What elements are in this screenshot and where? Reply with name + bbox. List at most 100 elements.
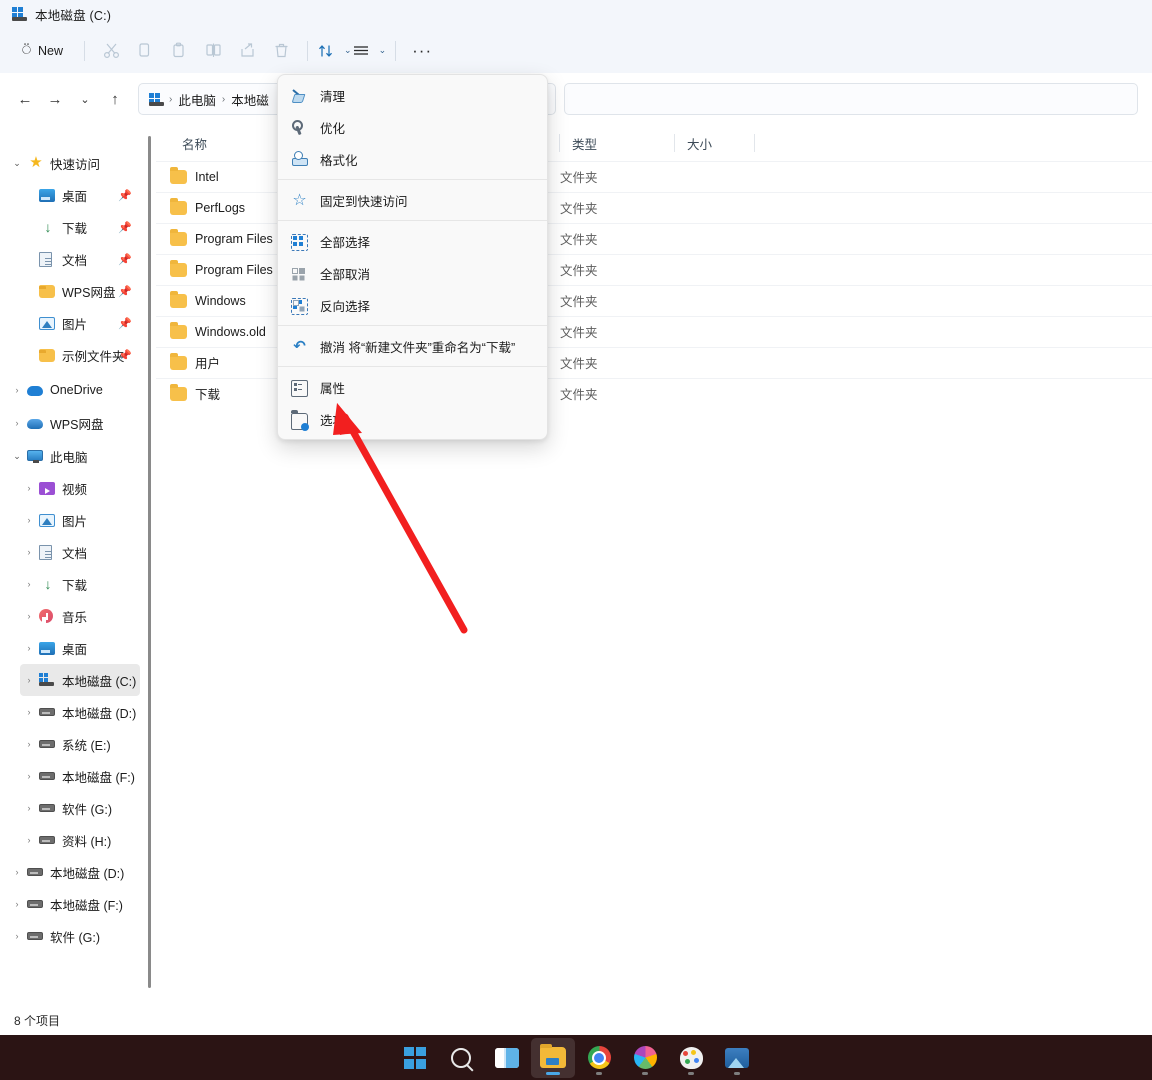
sidebar-item-7[interactable]: ›OneDrive [8,374,140,406]
sidebar-item-8[interactable]: ›WPS网盘 [8,407,140,439]
menu-item-star[interactable]: ☆固定到快速访问 [281,184,544,216]
sidebar-item-12[interactable]: ›文档 [20,536,140,568]
task-view-button[interactable] [485,1038,529,1078]
pin-icon[interactable]: 📌 [118,349,132,362]
sidebar-item-2[interactable]: ↓下载📌 [20,211,140,243]
chevron-right-icon[interactable]: › [20,547,38,557]
pin-icon[interactable]: 📌 [118,221,132,234]
column-header-2[interactable]: 类型 [560,125,675,161]
up-button[interactable]: ↑ [100,84,130,114]
menu-item-select-none[interactable]: 全部取消 [281,257,544,289]
sidebar-item-13[interactable]: ›↓下载 [20,568,140,600]
delete-button[interactable] [264,35,298,67]
sidebar-item-9[interactable]: ⌄此电脑 [8,440,140,472]
sidebar-item-20[interactable]: ›软件 (G:) [20,792,140,824]
sidebar-item-4[interactable]: WPS网盘📌 [20,275,140,307]
context-menu: 清理优化格式化 ☆固定到快速访问全部选择全部取消反向选择 ↶撤消 将“新建文件夹”重… [277,74,548,440]
cut-button[interactable] [94,35,128,67]
sidebar-item-23[interactable]: ›本地磁盘 (F:) [8,888,140,920]
chevron-right-icon[interactable]: › [20,675,38,685]
menu-item-broom[interactable]: 清理 [281,79,544,111]
menu-item-properties[interactable]: 属性 [281,371,544,403]
chevron-right-icon[interactable]: › [8,867,26,877]
file-explorer-button[interactable] [531,1038,575,1078]
pin-icon[interactable]: 📌 [118,317,132,330]
sidebar-item-10[interactable]: ›视频 [20,472,140,504]
chevron-right-icon[interactable]: › [20,579,38,589]
chevron-down-icon[interactable]: ⌄ [8,451,26,462]
chevron-right-icon[interactable]: › [8,931,26,941]
sidebar-item-16[interactable]: ›本地磁盘 (C:) [20,664,140,696]
search-button[interactable] [439,1038,483,1078]
file-name-cell[interactable]: Intel [170,161,219,192]
paint-button[interactable] [669,1038,713,1078]
chevron-right-icon[interactable]: › [20,739,38,749]
chevron-right-icon[interactable]: › [20,483,38,493]
forward-button[interactable]: → [40,84,70,114]
sidebar-item-14[interactable]: ›音乐 [20,600,140,632]
photos-button[interactable] [715,1038,759,1078]
chevron-right-icon[interactable]: › [20,515,38,525]
chrome-button[interactable] [577,1038,621,1078]
back-button[interactable]: ← [10,84,40,114]
recent-locations-button[interactable]: ⌄ [70,84,100,114]
sidebar-item-6[interactable]: 示例文件夹📌 [20,339,140,371]
chevron-right-icon[interactable]: › [8,899,26,909]
share-button[interactable] [230,35,264,67]
pin-icon[interactable]: 📌 [118,253,132,266]
menu-item-format-disk[interactable]: 格式化 [281,143,544,175]
start-button[interactable] [393,1038,437,1078]
chromium-browser-button[interactable] [623,1038,667,1078]
paste-button[interactable] [162,35,196,67]
folder-icon [170,201,187,215]
sidebar-item-15[interactable]: ›桌面 [20,632,140,664]
file-name-cell[interactable]: Program Files [170,223,273,254]
sidebar-scrollbar-thumb[interactable] [148,136,151,988]
sidebar-item-11[interactable]: ›图片 [20,504,140,536]
chevron-right-icon[interactable]: › [20,707,38,717]
sidebar-item-17[interactable]: ›本地磁盘 (D:) [20,696,140,728]
new-button[interactable]: ⍥ New [14,35,75,67]
menu-item-options[interactable]: 选项 [281,403,544,435]
menu-item-invert-selection[interactable]: 反向选择 [281,289,544,321]
pin-icon[interactable]: 📌 [118,189,132,202]
more-options-button[interactable]: ··· [405,35,439,67]
column-resize-handle[interactable] [754,134,755,152]
chevron-right-icon[interactable]: › [8,385,26,395]
sidebar-item-21[interactable]: ›资料 (H:) [20,824,140,856]
sidebar-item-22[interactable]: ›本地磁盘 (D:) [8,856,140,888]
file-name-cell[interactable]: Windows [170,285,246,316]
column-header-3[interactable]: 大小 [675,125,755,161]
sidebar-item-18[interactable]: ›系统 (E:) [20,728,140,760]
sidebar-item-0[interactable]: ⌄★快速访问 [8,147,140,179]
file-name-cell[interactable]: 下载 [170,378,220,409]
menu-item-undo[interactable]: ↶撤消 将“新建文件夹”重命名为“下载” [281,330,544,362]
file-name-cell[interactable]: PerfLogs [170,192,245,223]
chevron-right-icon[interactable]: › [20,611,38,621]
search-input[interactable] [564,83,1138,115]
file-name-cell[interactable]: Windows.old [170,316,266,347]
file-name-cell[interactable]: 用户 [170,347,220,378]
menu-item-wrench[interactable]: 优化 [281,111,544,143]
sidebar-item-3[interactable]: 文档📌 [20,243,140,275]
sort-button[interactable]: ⌄ [317,35,352,67]
sidebar-item-5[interactable]: 图片📌 [20,307,140,339]
rename-button[interactable] [196,35,230,67]
chevron-right-icon[interactable]: › [20,803,38,813]
chevron-down-icon[interactable]: ⌄ [8,158,26,169]
chevron-right-icon[interactable]: › [20,643,38,653]
view-button[interactable]: ⌄ [352,35,387,67]
sidebar-item-1[interactable]: 桌面📌 [20,179,140,211]
sidebar-item-24[interactable]: ›软件 (G:) [8,920,140,952]
breadcrumb-item-local-disk[interactable]: 本地磁 [231,90,269,109]
sidebar-item-19[interactable]: ›本地磁盘 (F:) [20,760,140,792]
breadcrumb-item-this-pc[interactable]: 此电脑 [178,90,216,109]
invert-selection-icon [291,297,308,314]
pin-icon[interactable]: 📌 [118,285,132,298]
chevron-right-icon[interactable]: › [8,418,26,428]
copy-button[interactable] [128,35,162,67]
chevron-right-icon[interactable]: › [20,835,38,845]
task-view-icon [495,1048,519,1068]
chevron-right-icon[interactable]: › [20,771,38,781]
menu-item-select-all[interactable]: 全部选择 [281,225,544,257]
